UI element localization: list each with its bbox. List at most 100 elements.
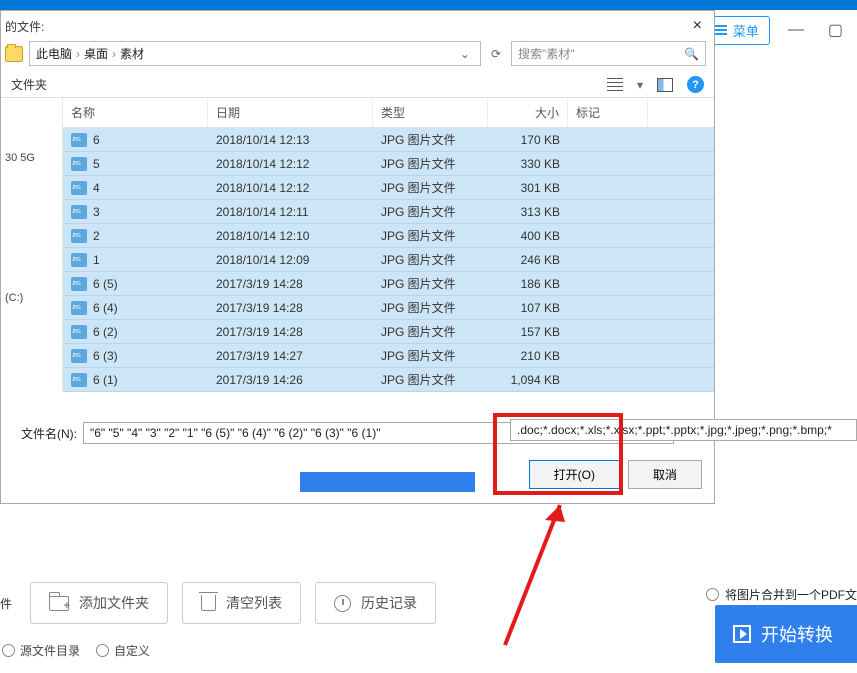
col-date[interactable]: 日期 xyxy=(208,98,373,127)
file-type: JPG 图片文件 xyxy=(373,368,488,391)
file-type: JPG 图片文件 xyxy=(373,344,488,367)
file-row[interactable]: 6 (5) 2017/3/19 14:28JPG 图片文件186 KB xyxy=(63,272,714,296)
filename-value: "6" "5" "4" "3" "2" "1" "6 (5)" "6 (4)" … xyxy=(90,426,380,440)
file-size: 210 KB xyxy=(488,346,568,366)
bc-item[interactable]: 桌面 xyxy=(84,45,108,62)
file-size: 1,094 KB xyxy=(488,370,568,390)
file-type: JPG 图片文件 xyxy=(373,272,488,295)
jpg-file-icon xyxy=(71,373,87,387)
view-dropdown-icon[interactable]: ▾ xyxy=(637,78,643,92)
sidebar: 30 5G (C:) xyxy=(1,98,63,392)
file-row[interactable]: 22018/10/14 12:10JPG 图片文件400 KB xyxy=(63,224,714,248)
file-name: 6 (1) xyxy=(93,373,118,387)
dialog-title-fragment: 的文件: xyxy=(5,18,44,35)
file-type: JPG 图片文件 xyxy=(373,152,488,175)
new-folder-link[interactable]: 文件夹 xyxy=(11,76,47,93)
window-titlebar xyxy=(0,0,857,10)
col-type[interactable]: 类型 xyxy=(373,98,488,127)
folder-icon[interactable] xyxy=(5,46,23,62)
file-date: 2018/10/14 12:09 xyxy=(208,250,373,270)
file-tag xyxy=(568,377,648,383)
file-tag xyxy=(568,329,648,335)
file-row[interactable]: 6 (2)2017/3/19 14:28JPG 图片文件157 KB xyxy=(63,320,714,344)
help-icon[interactable]: ? xyxy=(687,76,704,93)
bc-item[interactable]: 素材 xyxy=(120,45,144,62)
file-name: 6 (5) xyxy=(93,277,118,291)
file-filter-dropdown[interactable]: .doc;*.docx;*.xls;*.xlsx;*.ppt;*.pptx;*.… xyxy=(510,419,857,441)
bc-root[interactable]: 此电脑 xyxy=(36,45,72,62)
file-date: 2018/10/14 12:11 xyxy=(208,202,373,222)
play-icon xyxy=(733,625,751,643)
jpg-file-icon xyxy=(71,253,87,267)
file-date: 2018/10/14 12:10 xyxy=(208,226,373,246)
file-date: 2017/3/19 14:26 xyxy=(208,370,373,390)
cancel-button[interactable]: 取消 xyxy=(628,460,702,489)
file-type: JPG 图片文件 xyxy=(373,296,488,319)
file-row[interactable]: 12018/10/14 12:09JPG 图片文件246 KB xyxy=(63,248,714,272)
merge-option[interactable]: 将图片合并到一个PDF文 xyxy=(706,586,857,603)
file-row[interactable]: 52018/10/14 12:12JPG 图片文件330 KB xyxy=(63,152,714,176)
breadcrumb-dropdown-icon[interactable]: ⌄ xyxy=(456,47,474,61)
file-name: 6 (2) xyxy=(93,325,118,339)
clock-icon xyxy=(334,595,351,612)
file-row[interactable]: 62018/10/14 12:13JPG 图片文件170 KB xyxy=(63,128,714,152)
file-name: 1 xyxy=(93,253,100,267)
minimize-button[interactable]: — xyxy=(782,21,810,39)
file-date: 2017/3/19 14:27 xyxy=(208,346,373,366)
radio-source-dir[interactable]: 源文件目录 xyxy=(2,642,80,659)
close-button[interactable]: × xyxy=(689,17,706,35)
file-type: JPG 图片文件 xyxy=(373,320,488,343)
jpg-file-icon xyxy=(71,349,87,363)
search-placeholder: 搜索"素材" xyxy=(518,45,575,62)
view-list-icon[interactable] xyxy=(607,78,623,92)
file-row[interactable]: 32018/10/14 12:11JPG 图片文件313 KB xyxy=(63,200,714,224)
file-name: 2 xyxy=(93,229,100,243)
file-size: 186 KB xyxy=(488,274,568,294)
refresh-icon[interactable]: ⟳ xyxy=(487,47,505,61)
file-tag xyxy=(568,353,648,359)
file-type: JPG 图片文件 xyxy=(373,128,488,151)
jpg-file-icon xyxy=(71,301,87,315)
file-name: 6 (3) xyxy=(93,349,118,363)
file-size: 107 KB xyxy=(488,298,568,318)
radio-custom[interactable]: 自定义 xyxy=(96,642,150,659)
radio-icon xyxy=(96,644,109,657)
col-name[interactable]: 名称 xyxy=(63,98,208,127)
file-size: 301 KB xyxy=(488,178,568,198)
jpg-file-icon xyxy=(71,277,87,291)
open-button[interactable]: 打开(O) xyxy=(529,460,620,489)
filename-label: 文件名(N): xyxy=(21,425,77,442)
file-name: 6 xyxy=(93,133,100,147)
file-row[interactable]: 6 (1) 2017/3/19 14:26JPG 图片文件1,094 KB xyxy=(63,368,714,392)
search-input[interactable]: 搜索"素材" 🔍 xyxy=(511,41,706,66)
bc-sep: › xyxy=(112,47,116,61)
clear-list-button[interactable]: 清空列表 xyxy=(182,582,301,624)
file-row[interactable]: 6 (4)2017/3/19 14:28JPG 图片文件107 KB xyxy=(63,296,714,320)
file-row[interactable]: 6 (3) 2017/3/19 14:27JPG 图片文件210 KB xyxy=(63,344,714,368)
file-row[interactable]: 42018/10/14 12:12JPG 图片文件301 KB xyxy=(63,176,714,200)
file-tag xyxy=(568,185,648,191)
file-name: 6 (4) xyxy=(93,301,118,315)
breadcrumb[interactable]: 此电脑 › 桌面 › 素材 ⌄ xyxy=(29,41,481,66)
file-tag xyxy=(568,137,648,143)
file-date: 2018/10/14 12:12 xyxy=(208,178,373,198)
col-tag[interactable]: 标记 xyxy=(568,98,648,127)
maximize-button[interactable]: ▢ xyxy=(822,20,849,40)
preview-pane-icon[interactable] xyxy=(657,78,673,92)
jpg-file-icon xyxy=(71,181,87,195)
col-size[interactable]: 大小 xyxy=(488,98,568,127)
sidebar-item[interactable]: (C:) xyxy=(5,288,58,308)
jpg-file-icon xyxy=(71,205,87,219)
add-folder-button[interactable]: 添加文件夹 xyxy=(30,582,168,624)
jpg-file-icon xyxy=(71,325,87,339)
file-size: 330 KB xyxy=(488,154,568,174)
sidebar-item[interactable]: 30 5G xyxy=(5,148,58,168)
history-button[interactable]: 历史记录 xyxy=(315,582,436,624)
file-size: 400 KB xyxy=(488,226,568,246)
file-date: 2017/3/19 14:28 xyxy=(208,274,373,294)
background-button-fragment xyxy=(300,472,475,492)
file-name: 3 xyxy=(93,205,100,219)
file-type: JPG 图片文件 xyxy=(373,200,488,223)
start-convert-button[interactable]: 开始转换 xyxy=(715,605,857,663)
file-size: 246 KB xyxy=(488,250,568,270)
